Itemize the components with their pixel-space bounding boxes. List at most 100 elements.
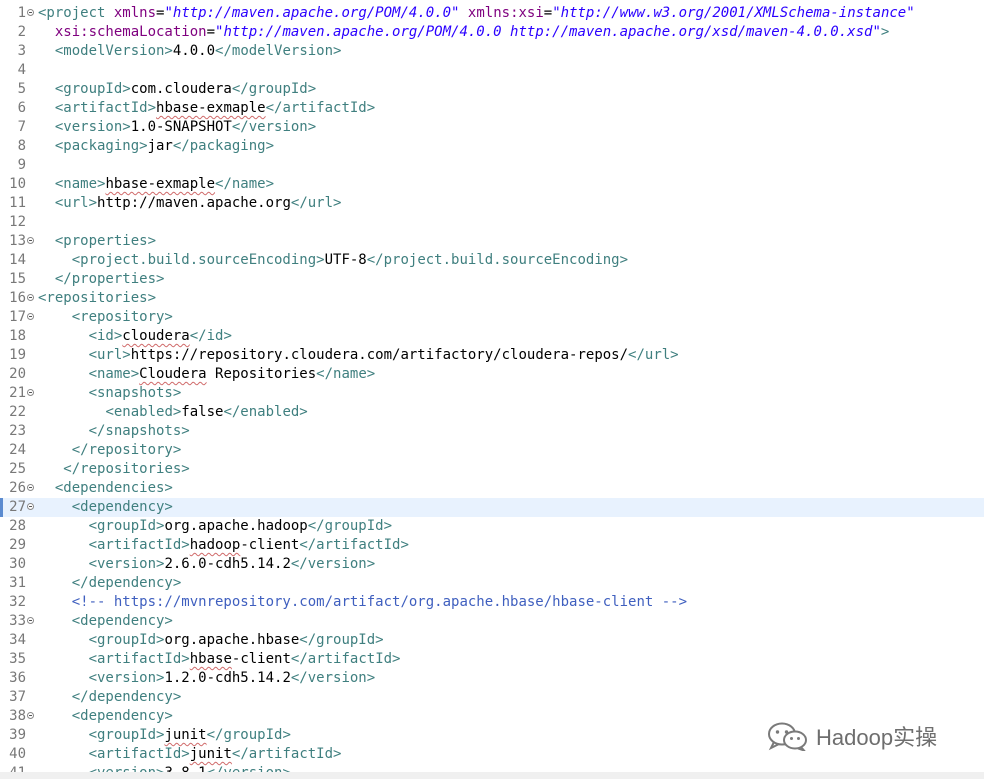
- xml-editor[interactable]: 1 <project xmlns="http://maven.apache.org…: [0, 0, 984, 781]
- code-line[interactable]: 31 </dependency>: [0, 574, 984, 593]
- xml-tag: <groupId>: [88, 727, 165, 743]
- code-line[interactable]: 8 <packaging>jar</packaging>: [0, 137, 984, 156]
- code-text: http://maven.apache.org: [97, 195, 291, 211]
- code-line[interactable]: 25 </repositories>: [0, 460, 984, 479]
- code-line[interactable]: 27 <dependency>: [0, 498, 984, 517]
- xml-tag: </dependency>: [71, 689, 182, 705]
- fold-toggle-icon[interactable]: [27, 294, 34, 301]
- code-line[interactable]: 5 <groupId>com.cloudera</groupId>: [0, 80, 984, 99]
- fold-toggle-icon[interactable]: [27, 237, 34, 244]
- code-line[interactable]: 1 <project xmlns = "http://maven.apache.org…: [0, 4, 984, 23]
- code-line[interactable]: 12: [0, 213, 984, 232]
- xml-tag: </modelVersion>: [215, 43, 342, 59]
- xml-tag: <version>: [88, 670, 165, 686]
- wechat-icon: [768, 722, 807, 751]
- line-number: 10: [9, 176, 26, 192]
- code-content: <groupId>com.cloudera</groupId>: [38, 80, 316, 99]
- code-line[interactable]: 11 <url>http://maven.apache.org</url>: [0, 194, 984, 213]
- code-line[interactable]: 13 <properties>: [0, 232, 984, 251]
- fold-toggle-icon[interactable]: [27, 617, 34, 624]
- fold-toggle-icon[interactable]: [27, 712, 34, 719]
- xml-tag: <version>: [54, 119, 131, 135]
- code-line[interactable]: 23 </snapshots>: [0, 422, 984, 441]
- xml-tag: </groupId>: [307, 518, 393, 534]
- code-text-misspelled: Cloudera: [139, 366, 207, 382]
- code-content: <groupId>org.apache.hadoop</groupId>: [38, 517, 392, 536]
- code-line[interactable]: 4: [0, 61, 984, 80]
- code-line[interactable]: 14 <project.build.sourceEncoding>UTF-8</…: [0, 251, 984, 270]
- line-number: 22: [9, 404, 26, 420]
- code-line[interactable]: 7 <version>1.0-SNAPSHOT</version>: [0, 118, 984, 137]
- line-number: 7: [17, 119, 26, 135]
- xml-comment: <!-- https://mvnrepository.com/artifact/…: [71, 594, 688, 610]
- code-line[interactable]: 20 <name>Cloudera Repositories</name>: [0, 365, 984, 384]
- code-line[interactable]: 34 <groupId>org.apache.hbase</groupId>: [0, 631, 984, 650]
- code-line[interactable]: 22 <enabled>false</enabled>: [0, 403, 984, 422]
- line-number: 28: [9, 518, 26, 534]
- line-number: 8: [17, 138, 26, 154]
- line-number: 4: [17, 62, 26, 78]
- code-line[interactable]: 2 xsi:schemaLocation="http://maven.apach…: [0, 23, 984, 42]
- attribute-value: "http://www.w3.org/2001/XMLSchema-instan…: [552, 5, 915, 21]
- xml-tag: <groupId>: [54, 81, 131, 97]
- code-content: <artifactId>hbase-exmaple</artifactId>: [38, 99, 375, 118]
- code-line[interactable]: 9: [0, 156, 984, 175]
- xml-tag: </project.build.sourceEncoding>: [366, 252, 629, 268]
- fold-toggle-icon[interactable]: [27, 389, 34, 396]
- code-content: <groupId>junit</groupId>: [38, 726, 291, 745]
- code-line[interactable]: 18 <id>cloudera</id>: [0, 327, 984, 346]
- code-line[interactable]: 10 <name>hbase-exmaple</name>: [0, 175, 984, 194]
- code-line[interactable]: 30 <version>2.6.0-cdh5.14.2</version>: [0, 555, 984, 574]
- code-line[interactable]: 37 </dependency>: [0, 688, 984, 707]
- code-line[interactable]: 19 <url>https://repository.cloudera.com/…: [0, 346, 984, 365]
- xml-tag: <repositories>: [38, 290, 157, 306]
- code-text: false: [181, 404, 224, 420]
- xml-tag: <repository>: [71, 309, 173, 325]
- code-line[interactable]: 33 <dependency>: [0, 612, 984, 631]
- xml-tag: </version>: [231, 119, 317, 135]
- code-line[interactable]: 24 </repository>: [0, 441, 984, 460]
- code-line[interactable]: 32 <!-- https://mvnrepository.com/artifa…: [0, 593, 984, 612]
- code-line[interactable]: 29 <artifactId>hadoop-client</artifactId…: [0, 536, 984, 555]
- fold-toggle-icon[interactable]: [27, 484, 34, 491]
- line-number: 20: [9, 366, 26, 382]
- code-content: <artifactId>hbase-client</artifactId>: [38, 650, 401, 669]
- xml-tag: </artifactId>: [265, 100, 376, 116]
- code-line[interactable]: 26 <dependencies>: [0, 479, 984, 498]
- xml-tag: </repositories>: [63, 461, 190, 477]
- code-line[interactable]: 21 <snapshots>: [0, 384, 984, 403]
- code-content: <name>Cloudera Repositories</name>: [38, 365, 376, 384]
- xml-tag: <artifactId>: [54, 100, 157, 116]
- code-text: -client: [231, 651, 291, 667]
- code-line[interactable]: 15 </properties>: [0, 270, 984, 289]
- code-line[interactable]: 3 <modelVersion>4.0.0</modelVersion>: [0, 42, 984, 61]
- xml-tag: <enabled>: [105, 404, 182, 420]
- code-line[interactable]: 35 <artifactId>hbase-client</artifactId>: [0, 650, 984, 669]
- line-number: 11: [9, 195, 26, 211]
- code-line[interactable]: 36 <version>1.2.0-cdh5.14.2</version>: [0, 669, 984, 688]
- code-line[interactable]: 16 <repositories>: [0, 289, 984, 308]
- xml-tag: <artifactId>: [88, 746, 190, 762]
- line-number: 13: [9, 233, 26, 249]
- code-text-misspelled: hbase-exmaple: [105, 176, 216, 192]
- code-line[interactable]: 6 <artifactId>hbase-exmaple</artifactId>: [0, 99, 984, 118]
- fold-toggle-icon[interactable]: [27, 503, 34, 510]
- code-line[interactable]: 28 <groupId>org.apache.hadoop</groupId>: [0, 517, 984, 536]
- code-line[interactable]: 17 <repository>: [0, 308, 984, 327]
- fold-toggle-icon[interactable]: [27, 313, 34, 320]
- code-text-misspelled: hadoop: [189, 537, 241, 553]
- line-number: 17: [9, 309, 26, 325]
- line-number: 29: [9, 537, 26, 553]
- fold-toggle-icon[interactable]: [27, 9, 34, 16]
- horizontal-scrollbar[interactable]: [0, 772, 984, 779]
- code-content: </dependency>: [38, 574, 182, 593]
